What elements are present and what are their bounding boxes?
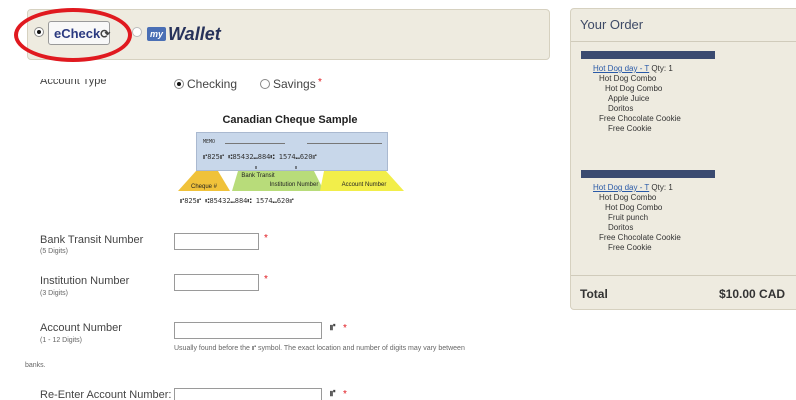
- wallet-badge: my: [147, 27, 167, 41]
- account-number-required: *: [343, 323, 347, 334]
- wallet-radio[interactable]: [132, 27, 142, 37]
- account-type-required: *: [318, 77, 322, 88]
- account-number-label: Account Number: [40, 322, 122, 334]
- order-line: Free Cookie: [608, 243, 652, 252]
- order-divider: [571, 41, 796, 42]
- bank-transit-tag: Bank Transit: [241, 173, 275, 179]
- account-tag: Account Number: [341, 182, 387, 188]
- bank-transit-label: Bank Transit Number: [40, 234, 144, 246]
- institution-required: *: [264, 274, 268, 285]
- reenter-account-input[interactable]: [174, 388, 322, 400]
- order-line: Doritos: [608, 223, 634, 232]
- order-item-link[interactable]: Hot Dog day - T: [593, 64, 649, 73]
- cheque-memo: MEMO: [203, 139, 216, 145]
- redacted-name: [581, 51, 715, 59]
- cheque-micr-bottom: ⑈825⑈ ⑆85432⑉884⑆ 1574⑉620⑈: [180, 197, 294, 205]
- order-line: Free Chocolate Cookie: [599, 114, 681, 123]
- order-line: Hot Dog Combo: [605, 203, 663, 212]
- account-number-input[interactable]: [174, 322, 322, 339]
- account-number-hint: (1 - 12 Digits): [40, 337, 83, 344]
- cheque-sample-title: Canadian Cheque Sample: [222, 114, 358, 126]
- institution-input[interactable]: [174, 274, 259, 291]
- order-line: Fruit punch: [608, 213, 649, 222]
- order-item-link[interactable]: Hot Dog day - T: [593, 183, 649, 192]
- savings-label[interactable]: Savings: [273, 77, 316, 91]
- order-item: Hot Dog day - T Qty: 1: [593, 183, 673, 193]
- account-number-symbol: ⑈: [330, 322, 336, 332]
- order-title: Your Order: [580, 17, 644, 32]
- signature-line: [307, 143, 382, 144]
- bank-transit-hint: (5 Digits): [40, 248, 69, 255]
- order-item-qty: Qty: 1: [651, 64, 673, 73]
- cheque-callouts: [178, 166, 404, 191]
- reenter-account-required: *: [343, 389, 347, 400]
- wallet-logo[interactable]: my Wallet: [147, 23, 221, 45]
- wallet-label: Wallet: [168, 23, 221, 44]
- total-value: $10.00 CAD: [719, 287, 786, 301]
- account-number-help-cont: banks.: [25, 362, 46, 369]
- institution-hint: (3 Digits): [40, 290, 69, 297]
- savings-radio[interactable]: [260, 79, 270, 89]
- total-label: Total: [580, 287, 608, 301]
- order-item-qty: Qty: 1: [651, 183, 673, 192]
- bank-transit-required: *: [264, 233, 268, 244]
- redacted-name: [581, 170, 715, 178]
- cheque-micr-top: ⑈825⑈ ⑆85432⑉884⑆ 1574⑉620⑈: [203, 153, 317, 161]
- checking-label[interactable]: Checking: [187, 77, 237, 91]
- order-line: Free Cookie: [608, 124, 652, 133]
- order-line: Doritos: [608, 104, 634, 113]
- account-number-help: Usually found before the ⑈ symbol. The e…: [174, 345, 465, 352]
- order-item: Hot Dog day - T Qty: 1: [593, 64, 673, 74]
- institution-label: Institution Number: [40, 275, 130, 287]
- order-divider: [571, 275, 796, 276]
- reenter-account-label: Re-Enter Account Number:: [40, 389, 172, 400]
- order-line: Apple Juice: [608, 94, 650, 103]
- institution-tag: Institution Number: [269, 182, 319, 188]
- reenter-account-symbol: ⑈: [330, 388, 336, 398]
- order-line: Hot Dog Combo: [605, 84, 663, 93]
- memo-line: [225, 143, 285, 144]
- order-line: Hot Dog Combo: [599, 74, 657, 83]
- checking-radio[interactable]: [174, 79, 184, 89]
- cheque-number-tag: Cheque #: [190, 184, 218, 190]
- cheque-sample-image: Canadian Cheque Sample MEMO ⑈825⑈ ⑆85432…: [174, 111, 406, 206]
- highlight-oval: [14, 8, 132, 62]
- order-line: Hot Dog Combo: [599, 193, 657, 202]
- order-line: Free Chocolate Cookie: [599, 233, 681, 242]
- bank-transit-input[interactable]: [174, 233, 259, 250]
- order-summary-panel: Your Order Hot Dog day - T Qty: 1 Hot Do…: [570, 8, 796, 310]
- account-type-label: Account Type: [40, 75, 107, 87]
